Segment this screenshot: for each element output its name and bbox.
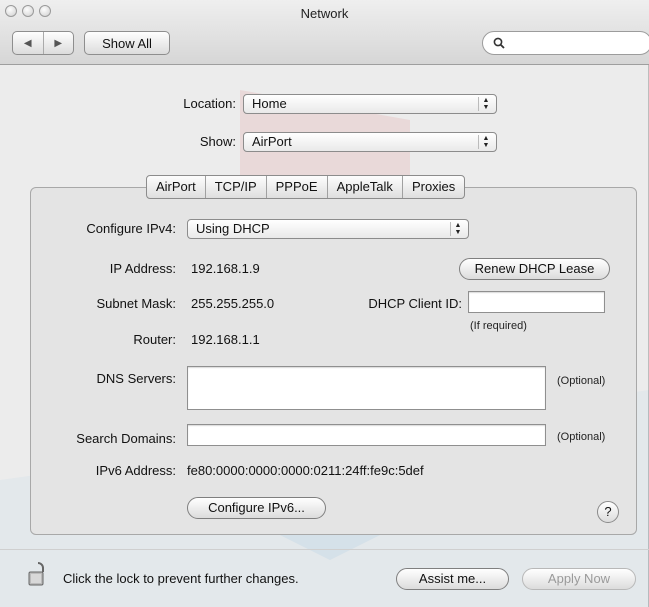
router-value: 192.168.1.1	[191, 332, 260, 347]
tab-proxies[interactable]: Proxies	[403, 176, 464, 198]
configure-ipv4-popup[interactable]: Using DHCP ▲ ▼	[187, 219, 469, 239]
configure-ipv4-label: Configure IPv4:	[86, 221, 176, 236]
updown-arrows-icon: ▲ ▼	[478, 135, 493, 149]
dhcp-client-id-field[interactable]	[468, 291, 605, 313]
tab-appletalk[interactable]: AppleTalk	[328, 176, 403, 198]
search-domains-label: Search Domains:	[76, 431, 176, 446]
back-arrow-icon[interactable]: ◀	[13, 32, 44, 54]
subnet-mask-value: 255.255.255.0	[191, 296, 275, 311]
window-title: Network	[300, 6, 349, 21]
show-popup[interactable]: AirPort ▲ ▼	[243, 132, 497, 152]
show-all-button[interactable]: Show All	[84, 31, 170, 55]
location-popup[interactable]: Home ▲ ▼	[243, 94, 497, 114]
dns-servers-label: DNS Servers:	[96, 371, 176, 386]
tab-airport[interactable]: AirPort	[147, 176, 206, 198]
configure-ipv6-button[interactable]: Configure IPv6...	[187, 497, 326, 519]
tab-tcpip[interactable]: TCP/IP	[206, 176, 267, 198]
show-value: AirPort	[252, 134, 292, 149]
subnet-mask-label: Subnet Mask:	[96, 296, 177, 311]
tab-pppoe[interactable]: PPPoE	[267, 176, 328, 198]
assist-me-button[interactable]: Assist me...	[396, 568, 509, 590]
lock-status-text: Click the lock to prevent further change…	[63, 571, 299, 586]
renew-dhcp-lease-button[interactable]: Renew DHCP Lease	[459, 258, 610, 280]
search-icon	[493, 37, 505, 49]
forward-arrow-icon[interactable]: ▶	[44, 32, 74, 54]
search-domains-optional-note: (Optional)	[557, 431, 606, 443]
dns-servers-field[interactable]	[187, 366, 546, 410]
ipv6-address-label: IPv6 Address:	[95, 463, 176, 478]
back-forward-control[interactable]: ◀ ▶	[12, 31, 74, 55]
updown-arrows-icon: ▲ ▼	[478, 97, 493, 111]
ipv6-address-value: fe80:0000:0000:0000:0211:24ff:fe9c:5def	[187, 463, 424, 478]
ip-address-value: 192.168.1.9	[191, 261, 260, 276]
toolbar: Network ◀ ▶ Show All	[0, 0, 649, 65]
tab-panel	[30, 187, 637, 535]
lock-icon[interactable]	[28, 561, 48, 587]
location-value: Home	[252, 96, 287, 111]
updown-arrows-icon: ▲ ▼	[450, 222, 465, 236]
configure-ipv4-value: Using DHCP	[196, 221, 270, 236]
help-button[interactable]: ?	[597, 501, 619, 523]
dns-optional-note: (Optional)	[557, 375, 606, 387]
search-domains-field[interactable]	[187, 424, 546, 446]
tab-bar: AirPort TCP/IP PPPoE AppleTalk Proxies	[146, 175, 466, 199]
dhcp-client-id-label: DHCP Client ID:	[368, 296, 462, 311]
apply-now-button[interactable]: Apply Now	[522, 568, 636, 590]
search-input[interactable]	[482, 31, 649, 55]
show-label: Show:	[199, 134, 236, 149]
footer-divider	[0, 549, 649, 550]
router-label: Router:	[133, 332, 176, 347]
network-window: Network ◀ ▶ Show All Drop Books Location…	[0, 0, 649, 607]
if-required-note: (If required)	[470, 320, 527, 332]
ip-address-label: IP Address:	[109, 261, 176, 276]
location-label: Location:	[183, 96, 236, 111]
